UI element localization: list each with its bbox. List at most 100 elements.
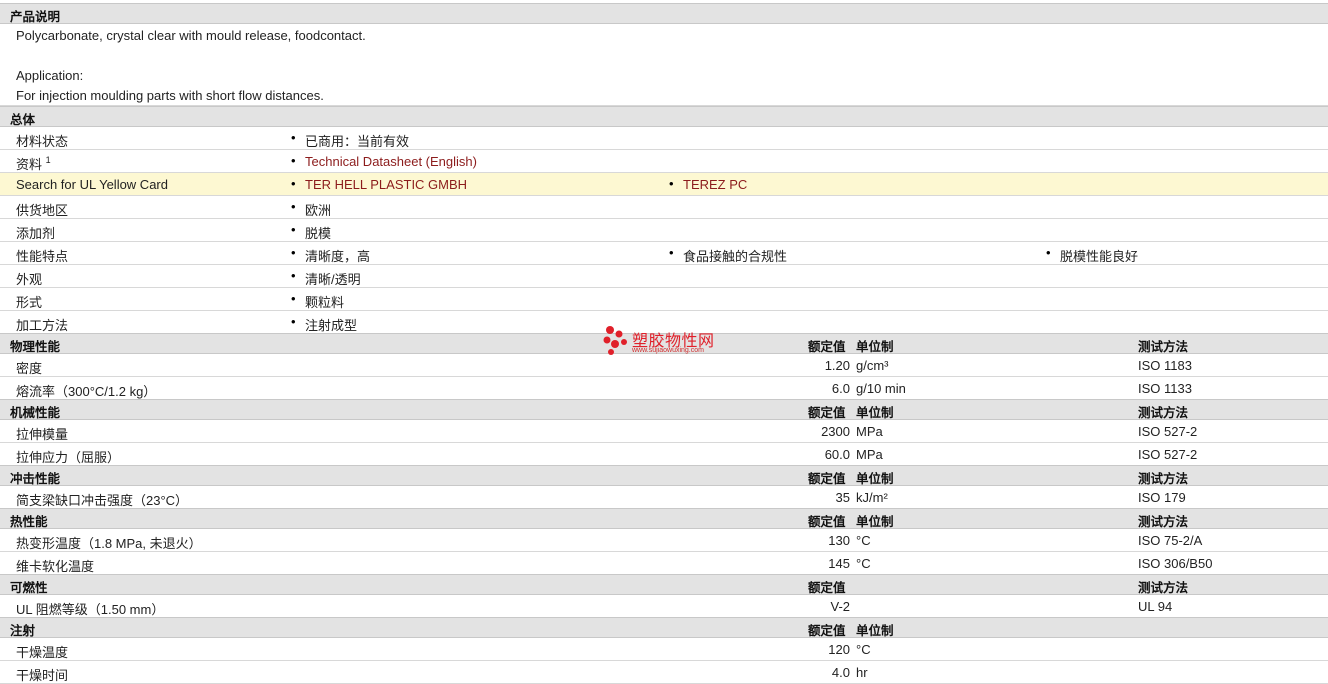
row-label: 添加剂 <box>16 226 56 241</box>
col-header-value: 额定值 <box>808 580 846 595</box>
row-label: 外观 <box>16 272 43 287</box>
prop-row-ul-rating: UL 阻燃等级（1.50 mm） V-2 UL 94 <box>0 595 1328 618</box>
row-value: 清晰度，高 <box>291 245 370 265</box>
col-header-method: 测试方法 <box>1138 405 1189 420</box>
row-label: 资料 1 <box>16 155 51 172</box>
ter-hell-plastic-link[interactable]: TER HELL PLASTIC GMBH <box>291 176 467 192</box>
general-row-features: 性能特点 清晰度，高 食品接触的合规性 脱模性能良好 <box>0 242 1328 265</box>
row-value: 35 <box>835 490 850 505</box>
application-text: For injection moulding parts with short … <box>16 88 324 103</box>
row-unit: hr <box>856 665 868 680</box>
section-title: 注射 <box>10 623 36 638</box>
description-block: Polycarbonate, crystal clear with mould … <box>0 24 1328 106</box>
row-label: 热变形温度（1.8 MPa, 未退火） <box>16 536 202 551</box>
row-value: 130 <box>828 533 850 548</box>
section-title: 产品说明 <box>10 9 61 24</box>
row-value: 2300 <box>821 424 850 439</box>
section-title: 冲击性能 <box>10 471 61 486</box>
prop-row-drying-time: 干燥时间 4.0 hr <box>0 661 1328 684</box>
row-method: ISO 75-2/A <box>1138 533 1203 548</box>
row-label: UL 阻燃等级（1.50 mm） <box>16 602 165 617</box>
row-method: ISO 1133 <box>1138 381 1192 396</box>
row-label: 密度 <box>16 361 43 376</box>
general-row-form: 形式 颗粒料 <box>0 288 1328 311</box>
section-header-general: 总体 <box>0 106 1328 127</box>
row-label: 加工方法 <box>16 318 69 333</box>
col-header-value: 额定值 <box>808 405 846 420</box>
section-header-impact: 冲击性能 额定值 单位制 测试方法 <box>0 465 1328 486</box>
row-label: 材料状态 <box>16 134 69 149</box>
general-row-region: 供货地区 欧洲 <box>0 196 1328 219</box>
prop-row-vicat: 维卡软化温度 145 °C ISO 306/B50 <box>0 552 1328 575</box>
prop-row-tensile-modulus: 拉伸模量 2300 MPa ISO 527-2 <box>0 420 1328 443</box>
row-unit: °C <box>856 556 871 571</box>
row-unit: °C <box>856 533 871 548</box>
general-row-status: 材料状态 已商用：当前有效 <box>0 127 1328 150</box>
watermark-logo: 塑胶物性网 www.sujiaowuxing.com <box>602 325 732 359</box>
section-header-injection: 注射 额定值 单位制 <box>0 617 1328 638</box>
row-value: 颗粒料 <box>291 291 344 311</box>
col-header-unit: 单位制 <box>856 405 894 420</box>
row-method: ISO 527-2 <box>1138 424 1198 439</box>
section-title: 热性能 <box>10 514 48 529</box>
row-value: 脱模性能良好 <box>1046 245 1138 265</box>
technical-datasheet-link[interactable]: Technical Datasheet (English) <box>291 153 477 169</box>
row-method: ISO 179 <box>1138 490 1186 505</box>
section-title: 机械性能 <box>10 405 61 420</box>
col-header-method: 测试方法 <box>1138 471 1189 486</box>
row-value: 145 <box>828 556 850 571</box>
application-heading: Application: <box>16 68 84 83</box>
row-label: 拉伸应力（屈服） <box>16 450 121 465</box>
row-unit: MPa <box>856 424 883 439</box>
row-value: 120 <box>828 642 850 657</box>
row-label: 熔流率（300°C/1.2 kg） <box>16 384 157 399</box>
row-value: 注射成型 <box>291 314 357 334</box>
col-header-value: 额定值 <box>808 339 846 354</box>
dots-logo-icon <box>603 326 627 355</box>
row-value: 食品接触的合规性 <box>669 245 787 265</box>
section-header-flammability: 可燃性 额定值 测试方法 <box>0 574 1328 595</box>
row-label: 简支梁缺口冲击强度（23°C） <box>16 493 189 508</box>
row-value: 6.0 <box>831 381 850 396</box>
row-unit: °C <box>856 642 871 657</box>
general-row-additive: 添加剂 脱模 <box>0 219 1328 242</box>
row-value: 已商用：当前有效 <box>291 130 409 150</box>
prop-row-hdt: 热变形温度（1.8 MPa, 未退火） 130 °C ISO 75-2/A <box>0 529 1328 552</box>
row-value: 1.20 <box>824 358 850 373</box>
row-method: ISO 527-2 <box>1138 447 1198 462</box>
row-unit: g/cm³ <box>856 358 889 373</box>
col-header-method: 测试方法 <box>1138 580 1189 595</box>
prop-row-drying-temp: 干燥温度 120 °C <box>0 638 1328 661</box>
col-header-value: 额定值 <box>808 514 846 529</box>
row-value: V-2 <box>830 599 850 614</box>
section-title: 物理性能 <box>10 339 61 354</box>
row-method: UL 94 <box>1138 599 1173 614</box>
footnote-marker: 1 <box>45 155 51 165</box>
row-value: 60.0 <box>824 447 850 462</box>
watermark-url: www.sujiaowuxing.com <box>632 347 704 354</box>
col-header-unit: 单位制 <box>856 514 894 529</box>
general-row-datasheet: 资料 1 Technical Datasheet (English) <box>0 150 1328 173</box>
row-label: 维卡软化温度 <box>16 559 95 574</box>
col-header-value: 额定值 <box>808 623 846 638</box>
terez-pc-link[interactable]: TEREZ PC <box>669 176 747 192</box>
row-label: 供货地区 <box>16 203 69 218</box>
row-label: Search for UL Yellow Card <box>16 177 168 192</box>
row-method: ISO 1183 <box>1138 358 1192 373</box>
row-label: 干燥温度 <box>16 645 69 660</box>
row-value: 清晰/透明 <box>291 268 361 288</box>
col-header-unit: 单位制 <box>856 471 894 486</box>
row-value: 脱模 <box>291 222 331 242</box>
section-header-thermal: 热性能 额定值 单位制 测试方法 <box>0 508 1328 529</box>
section-title: 总体 <box>10 112 36 127</box>
prop-row-charpy: 简支梁缺口冲击强度（23°C） 35 kJ/m² ISO 179 <box>0 486 1328 509</box>
prop-row-mfr: 熔流率（300°C/1.2 kg） 6.0 g/10 min ISO 1133 <box>0 377 1328 400</box>
col-header-value: 额定值 <box>808 471 846 486</box>
col-header-unit: 单位制 <box>856 623 894 638</box>
section-header-description: 产品说明 <box>0 3 1328 24</box>
col-header-method: 测试方法 <box>1138 339 1189 354</box>
row-label: 干燥时间 <box>16 668 69 683</box>
col-header-method: 测试方法 <box>1138 514 1189 529</box>
description-text: Polycarbonate, crystal clear with mould … <box>16 28 366 43</box>
row-label: 性能特点 <box>16 249 69 264</box>
